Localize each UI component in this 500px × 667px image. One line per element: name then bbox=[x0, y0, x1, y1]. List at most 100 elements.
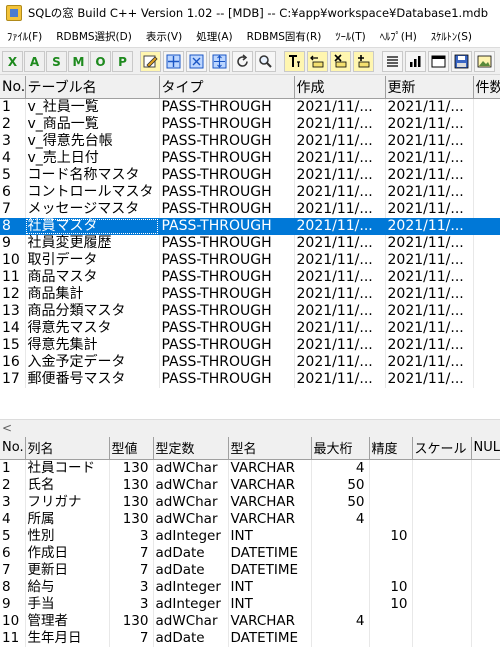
list-item[interactable]: 1 社員コード 130 adWChar VARCHAR 4 bbox=[0, 459, 500, 477]
save-icon[interactable] bbox=[451, 51, 472, 72]
tb-x-button[interactable]: X bbox=[2, 51, 23, 72]
cell-table-name: 得意先マスタ bbox=[25, 319, 160, 337]
col-header-column-name[interactable]: 列名 bbox=[25, 437, 110, 460]
col-header-type-value[interactable]: 型値 bbox=[109, 437, 154, 460]
list-item[interactable]: 2 氏名 130 adWChar VARCHAR 50 bbox=[0, 476, 500, 494]
table-row[interactable]: 5 コード名称マスタ PASS-THROUGH 2021/11/... 2021/11/… bbox=[0, 166, 500, 184]
edit-icon[interactable] bbox=[140, 51, 161, 72]
col-header-precision[interactable]: 精度 bbox=[369, 437, 413, 460]
table-row[interactable]: 16 入金予定データ PASS-THROUGH 2021/11/... 2021/11/… bbox=[0, 353, 500, 371]
move-icon[interactable] bbox=[209, 51, 230, 72]
col-header-created[interactable]: 作成 bbox=[294, 76, 386, 99]
columns-pane[interactable]: No. 列名 型値 型定数 型名 最大桁 精度 スケール NUL 1 社員コード 1… bbox=[0, 437, 500, 667]
cell-precision bbox=[369, 493, 413, 511]
table-row[interactable]: 4 v_売上日付 PASS-THROUGH 2021/11/... 2021/11/..… bbox=[0, 149, 500, 167]
refresh-icon[interactable] bbox=[232, 51, 253, 72]
col-header-nullable[interactable]: NUL bbox=[471, 437, 500, 460]
cell-max-digits bbox=[311, 561, 370, 579]
table-row[interactable]: 12 商品集計 PASS-THROUGH 2021/11/... 2021/11/... bbox=[0, 285, 500, 303]
table-row[interactable]: 9 社員変更履歴 PASS-THROUGH 2021/11/... 2021/11/..… bbox=[0, 234, 500, 252]
list-item[interactable]: 5 性別 3 adInteger INT 10 bbox=[0, 527, 500, 545]
list-item[interactable]: 11 生年月日 7 adDate DATETIME bbox=[0, 629, 500, 647]
col-header-type[interactable]: タイプ bbox=[159, 76, 295, 99]
menu-rdbms-select[interactable]: RDBMS選択(D) bbox=[49, 26, 139, 47]
menu-tools[interactable]: ﾂｰﾙ(T) bbox=[328, 26, 372, 47]
menu-view[interactable]: 表示(V) bbox=[139, 26, 189, 47]
col-header-no[interactable]: No. bbox=[0, 76, 26, 99]
cell-scale bbox=[412, 510, 472, 528]
search-icon[interactable] bbox=[255, 51, 276, 72]
table-row[interactable]: 8 社員マスタ PASS-THROUGH 2021/11/... 2021/11/... bbox=[0, 217, 500, 235]
col-header-max-digits[interactable]: 最大桁 bbox=[311, 437, 370, 460]
list-item[interactable]: 7 更新日 7 adDate DATETIME bbox=[0, 561, 500, 579]
cell-type-const: adDate bbox=[153, 629, 229, 647]
menu-skeleton[interactable]: ｽｹﾙﾄﾝ(S) bbox=[424, 26, 479, 47]
table-row[interactable]: 13 商品分類マスタ PASS-THROUGH 2021/11/... 2021/11/… bbox=[0, 302, 500, 320]
scroll-left-icon[interactable]: < bbox=[2, 421, 12, 435]
table-row[interactable]: 7 メッセージマスタ PASS-THROUGH 2021/11/... 2021/11/… bbox=[0, 200, 500, 218]
tb-s-button[interactable]: S bbox=[46, 51, 67, 72]
list-item[interactable]: 6 作成日 7 adDate DATETIME bbox=[0, 544, 500, 562]
tb-p-button[interactable]: P bbox=[112, 51, 133, 72]
text-icon[interactable] bbox=[284, 51, 305, 72]
table-row[interactable]: 14 得意先マスタ PASS-THROUGH 2021/11/... 2021/11/.… bbox=[0, 319, 500, 337]
tb-o-button[interactable]: O bbox=[90, 51, 111, 72]
pane-splitter[interactable] bbox=[0, 394, 500, 419]
toolbar: X A S M O P bbox=[0, 49, 500, 75]
cell-type-name: DATETIME bbox=[228, 629, 312, 647]
list-item[interactable]: 4 所属 130 adWChar VARCHAR 4 bbox=[0, 510, 500, 528]
cell-max-digits: 4 bbox=[311, 459, 370, 477]
col-header-updated[interactable]: 更新 bbox=[385, 76, 474, 99]
cell-updated: 2021/11/... bbox=[385, 319, 474, 337]
menu-process[interactable]: 処理(A) bbox=[189, 26, 239, 47]
expand-icon[interactable] bbox=[163, 51, 184, 72]
list-item[interactable]: 9 手当 3 adInteger INT 10 bbox=[0, 595, 500, 613]
cell-no: 10 bbox=[0, 251, 26, 269]
menu-file[interactable]: ﾌｧｲﾙ(F) bbox=[0, 26, 49, 47]
col-header-no[interactable]: No. bbox=[0, 437, 26, 460]
table-row[interactable]: 6 コントロールマスタ PASS-THROUGH 2021/11/... 2021/11… bbox=[0, 183, 500, 201]
list-icon[interactable] bbox=[382, 51, 403, 72]
col-header-type-name[interactable]: 型名 bbox=[228, 437, 312, 460]
tables-pane[interactable]: No. テーブル名 タイプ 作成 更新 件数 1v_社員一覧PASS-THROU… bbox=[0, 76, 500, 394]
col-add-icon[interactable] bbox=[353, 51, 374, 72]
cell-count bbox=[473, 251, 500, 269]
horizontal-scrollbar[interactable]: < bbox=[0, 419, 500, 436]
tb-a-button[interactable]: A bbox=[24, 51, 45, 72]
col-header-count[interactable]: 件数 bbox=[473, 76, 500, 99]
menu-help[interactable]: ﾍﾙﾌﾟ(H) bbox=[373, 26, 424, 47]
col-delete-icon[interactable] bbox=[330, 51, 351, 72]
cell-no: 9 bbox=[0, 234, 26, 252]
cell-nullable bbox=[471, 510, 500, 528]
cell-count bbox=[473, 285, 500, 303]
col-header-type-const[interactable]: 型定数 bbox=[153, 437, 229, 460]
table-row[interactable]: 1 v_社員一覧 PASS-THROUGH 2021/11/... 2021/11/..… bbox=[0, 98, 500, 116]
table-row[interactable]: 17 郵便番号マスタ PASS-THROUGH 2021/11/... 2021/11/… bbox=[0, 370, 500, 388]
chart-icon[interactable] bbox=[405, 51, 426, 72]
cell-count bbox=[473, 370, 500, 388]
menu-rdbms-specific[interactable]: RDBMS固有(R) bbox=[240, 26, 329, 47]
col-header-scale[interactable]: スケール bbox=[412, 437, 472, 460]
window-icon[interactable] bbox=[428, 51, 449, 72]
list-item[interactable]: 10 管理者 130 adWChar VARCHAR 4 bbox=[0, 612, 500, 630]
cell-table-name: 商品マスタ bbox=[25, 268, 160, 286]
cell-updated: 2021/11/... bbox=[385, 115, 474, 133]
cell-created: 2021/11/... bbox=[294, 234, 386, 252]
cell-count bbox=[473, 302, 500, 320]
cell-type-value: 3 bbox=[109, 527, 154, 545]
app-icon bbox=[6, 5, 22, 21]
image-icon[interactable] bbox=[474, 51, 495, 72]
list-item[interactable]: 8 給与 3 adInteger INT 10 bbox=[0, 578, 500, 596]
table-row[interactable]: 2 v_商品一覧 PASS-THROUGH 2021/11/... 2021/11/..… bbox=[0, 115, 500, 133]
table-row[interactable]: 15 得意先集計 PASS-THROUGH 2021/11/... 2021/11/..… bbox=[0, 336, 500, 354]
list-item[interactable]: 3 フリガナ 130 adWChar VARCHAR 50 bbox=[0, 493, 500, 511]
col-left-icon[interactable] bbox=[307, 51, 328, 72]
table-row[interactable]: 11 商品マスタ PASS-THROUGH 2021/11/... 2021/11/..… bbox=[0, 268, 500, 286]
collapse-icon[interactable] bbox=[186, 51, 207, 72]
cell-type: PASS-THROUGH bbox=[159, 370, 295, 388]
cell-type-value: 7 bbox=[109, 544, 154, 562]
col-header-table-name[interactable]: テーブル名 bbox=[25, 76, 160, 99]
table-row[interactable]: 3 v_得意先台帳 PASS-THROUGH 2021/11/... 2021/11/.… bbox=[0, 132, 500, 150]
tb-m-button[interactable]: M bbox=[68, 51, 89, 72]
table-row[interactable]: 10 取引データ PASS-THROUGH 2021/11/... 2021/11/..… bbox=[0, 251, 500, 269]
